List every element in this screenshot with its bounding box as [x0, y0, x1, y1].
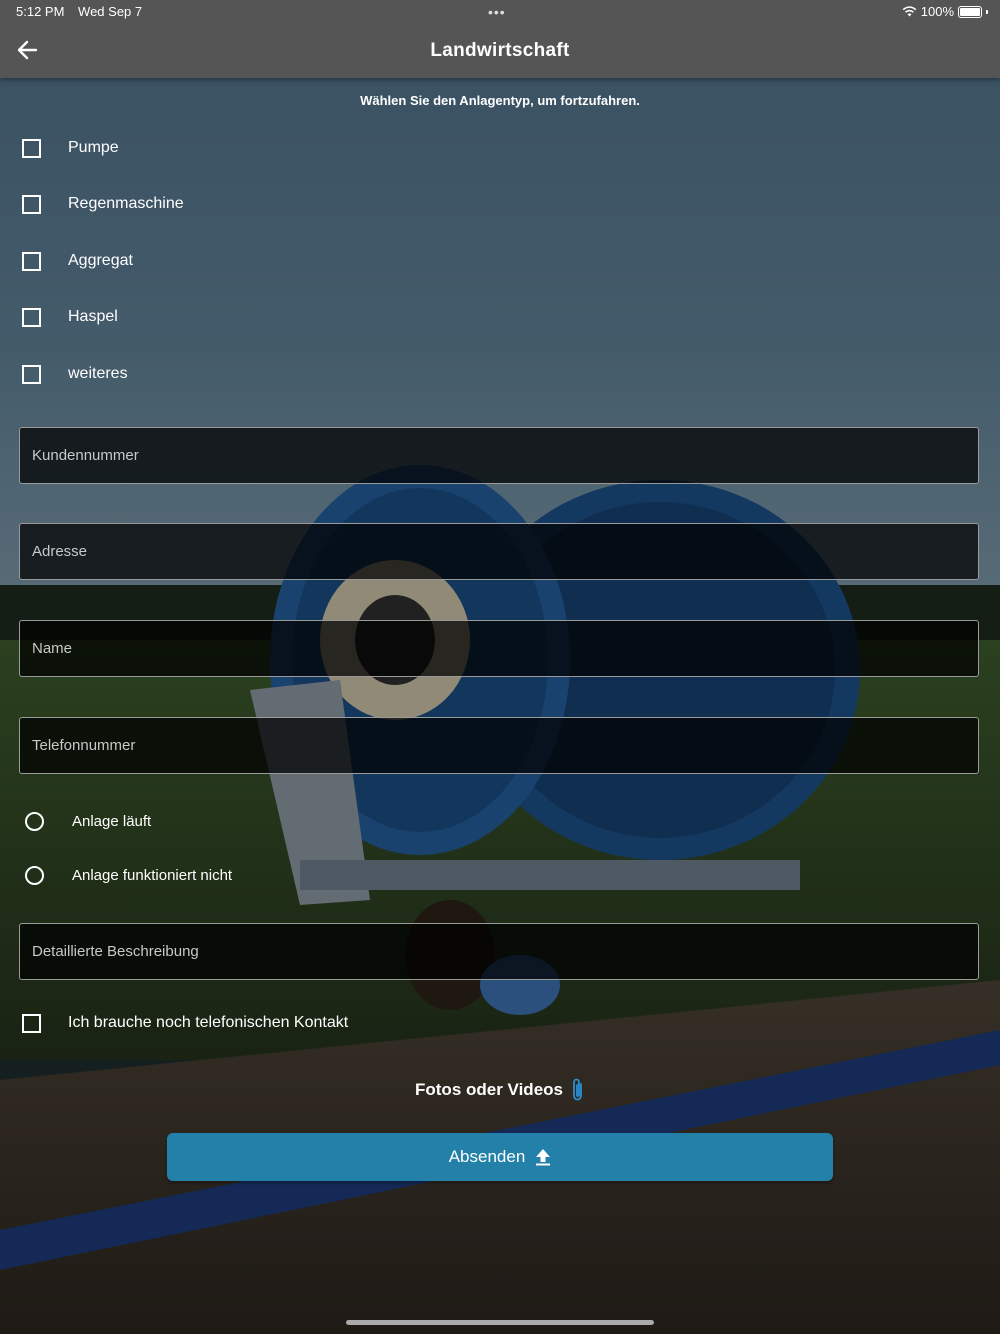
multitasking-dots[interactable]: ••• — [488, 4, 506, 20]
phone-input[interactable] — [20, 718, 978, 773]
checkbox-box[interactable] — [22, 1013, 41, 1033]
radio-label: Anlage funktioniert nicht — [72, 866, 233, 884]
wifi-icon — [902, 6, 917, 17]
checkbox-label: Pumpe — [68, 139, 119, 156]
checkbox-haspel[interactable]: Haspel — [22, 302, 118, 332]
paperclip-icon — [573, 1078, 582, 1101]
status-bar: 5:12 PM Wed Sep 7 ••• 100% — [0, 0, 1000, 24]
battery-icon — [958, 5, 982, 18]
customer-number-field[interactable] — [19, 427, 979, 484]
checkbox-box[interactable] — [22, 251, 41, 271]
checkbox-box[interactable] — [22, 138, 41, 158]
customer-number-input[interactable] — [20, 428, 978, 483]
upload-icon — [536, 1149, 551, 1166]
app-bar: 5:12 PM Wed Sep 7 ••• 100% Landwirtschaf… — [0, 0, 1000, 78]
radio-anlage-funktioniert-nicht[interactable]: Anlage funktioniert nicht — [25, 861, 232, 889]
address-field[interactable] — [19, 523, 979, 580]
name-field[interactable] — [19, 620, 979, 677]
radio-anlage-laeuft[interactable]: Anlage läuft — [25, 807, 151, 835]
checkbox-label: Haspel — [68, 308, 118, 325]
checkbox-label: Ich brauche noch telefonischen Kontakt — [68, 1014, 349, 1031]
page-title: Landwirtschaft — [430, 40, 570, 61]
checkbox-box[interactable] — [22, 194, 41, 214]
radio-circle[interactable] — [25, 811, 44, 831]
checkbox-label: Aggregat — [68, 252, 133, 269]
submit-button[interactable]: Absenden — [167, 1133, 833, 1181]
battery-percent: 100% — [920, 4, 954, 19]
checkbox-pumpe[interactable]: Pumpe — [22, 133, 119, 163]
checkbox-box[interactable] — [22, 364, 41, 384]
instruction-text: Wählen Sie den Anlagentyp, um fortzufahr… — [360, 93, 640, 108]
checkbox-box[interactable] — [22, 307, 41, 327]
checkbox-phone-contact[interactable]: Ich brauche noch telefonischen Kontakt — [22, 1008, 348, 1038]
checkbox-weiteres[interactable]: weiteres — [22, 359, 128, 389]
name-input[interactable] — [20, 621, 978, 676]
phone-field[interactable] — [19, 717, 979, 774]
status-time: 5:12 PM — [16, 4, 65, 19]
checkbox-label: Regenmaschine — [68, 195, 184, 212]
submit-label: Absenden — [448, 1147, 526, 1166]
address-input[interactable] — [20, 524, 978, 579]
attach-label: Fotos oder Videos — [415, 1080, 563, 1099]
description-input[interactable] — [20, 924, 978, 979]
checkbox-aggregat[interactable]: Aggregat — [22, 246, 133, 276]
home-indicator — [346, 1320, 654, 1325]
checkbox-regenmaschine[interactable]: Regenmaschine — [22, 189, 184, 219]
attach-media-button[interactable]: Fotos oder Videos — [0, 1077, 1000, 1103]
status-date: Wed Sep 7 — [78, 4, 143, 19]
radio-label: Anlage läuft — [72, 812, 152, 830]
radio-circle[interactable] — [25, 865, 44, 885]
description-field[interactable] — [19, 923, 979, 980]
checkbox-label: weiteres — [68, 365, 128, 382]
